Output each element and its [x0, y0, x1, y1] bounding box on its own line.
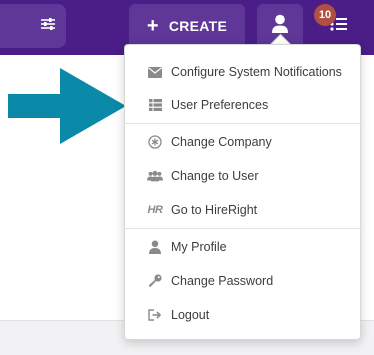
- create-button[interactable]: + CREATE: [129, 4, 245, 48]
- menu-item-label: My Profile: [171, 240, 227, 254]
- menu-item-user-preferences[interactable]: User Preferences: [125, 91, 362, 119]
- sign-out-icon: [147, 307, 163, 323]
- menu-item-change-to-user[interactable]: Change to User: [125, 162, 362, 190]
- menu-item-my-profile[interactable]: My Profile: [125, 233, 362, 261]
- menu-item-label: Go to HireRight: [171, 203, 258, 217]
- menu-item-label: Change Company: [171, 135, 272, 149]
- menu-item-label: Logout: [171, 308, 210, 322]
- notification-count-badge: 10: [314, 4, 336, 26]
- create-label: CREATE: [168, 18, 228, 34]
- menu-item-configure-notifications[interactable]: Configure System Notifications: [125, 58, 362, 86]
- menu-item-label: Change to User: [171, 169, 259, 183]
- menu-item-label: Change Password: [171, 274, 274, 288]
- filter-button[interactable]: [0, 4, 66, 48]
- menu-item-change-company[interactable]: Change Company: [125, 128, 362, 156]
- menu-divider: [125, 228, 362, 229]
- menu-item-go-to-hireright[interactable]: HR Go to HireRight: [125, 196, 362, 224]
- envelope-icon: [147, 64, 163, 80]
- sliders-icon: [40, 17, 56, 36]
- menu-item-logout[interactable]: Logout: [125, 301, 362, 329]
- user-icon: [147, 239, 163, 255]
- list-icon: [147, 97, 163, 113]
- key-icon: [147, 273, 163, 289]
- menu-divider: [125, 123, 362, 124]
- user-dropdown-menu: Configure System Notifications User Pref…: [124, 44, 362, 340]
- hireright-logo-icon: HR: [147, 204, 163, 216]
- pointer-arrow-icon: [8, 68, 126, 149]
- users-icon: [147, 168, 163, 184]
- menu-item-label: Configure System Notifications: [171, 65, 342, 79]
- asterisk-circle-icon: [147, 134, 163, 150]
- menu-item-change-password[interactable]: Change Password: [125, 267, 362, 295]
- plus-icon: +: [146, 15, 159, 37]
- menu-item-label: User Preferences: [171, 98, 269, 112]
